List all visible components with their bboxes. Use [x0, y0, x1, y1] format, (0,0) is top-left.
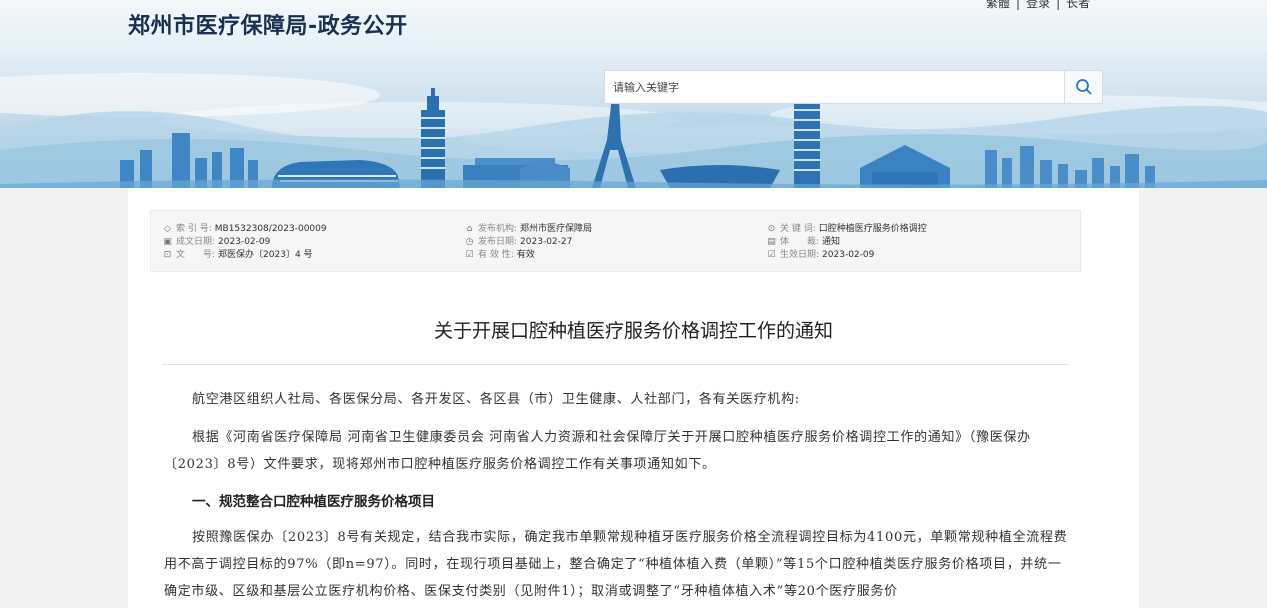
- search-input[interactable]: [605, 71, 1064, 103]
- article-paragraph: 根据《河南省医疗保障局 河南省卫生健康委员会 河南省人力资源和社会保障厅关于开展…: [164, 430, 1031, 472]
- meta-column-1: ◇ 索 引 号: MB1532308/2023-00009 ▣ 成文日期: 20…: [162, 223, 327, 262]
- clock-icon: ◷: [465, 237, 474, 247]
- calendar-icon: ▣: [163, 237, 172, 247]
- article-card: ◇ 索 引 号: MB1532308/2023-00009 ▣ 成文日期: 20…: [128, 188, 1139, 608]
- search-icon: [1075, 79, 1092, 95]
- login-link[interactable]: 登录: [1026, 0, 1050, 11]
- header-banner: 郑州市医疗保障局-政务公开 繁體 | 登录 | 长者: [0, 0, 1267, 188]
- document-meta-panel: ◇ 索 引 号: MB1532308/2023-00009 ▣ 成文日期: 20…: [150, 210, 1081, 272]
- site-title: 郑州市医疗保障局-政务公开: [128, 14, 408, 39]
- article-title: 关于开展口腔种植医疗服务价格调控工作的通知: [433, 320, 833, 342]
- meta-publisher: ⌂ 发布机构: 郑州市医疗保障局: [464, 223, 592, 236]
- title-divider: [162, 364, 1069, 365]
- genre-icon: ▤: [767, 237, 776, 247]
- meta-written-date: ▣ 成文日期: 2023-02-09: [163, 237, 271, 247]
- bank-icon: ⌂: [466, 224, 473, 234]
- check-icon: ☑: [465, 250, 474, 260]
- article-salutation: 航空港区组织人社局、各医保分局、各开发区、各区县（市）卫生健康、人社部门，各有关…: [192, 392, 800, 407]
- meta-keywords: ⊙ 关 键 词: 口腔种植医疗服务价格调控: [767, 224, 927, 234]
- meta-publish-date: ◷ 发布日期: 2023-02-27: [465, 237, 573, 247]
- elderly-mode-link[interactable]: 长者: [1066, 0, 1090, 11]
- article-paragraph: 按照豫医保办〔2023〕8号有关规定，结合我市实际，确定我市单颗常规种植牙医疗服…: [164, 530, 1068, 599]
- search-box: [604, 70, 1103, 104]
- meta-column-3: ⊙ 关 键 词: 口腔种植医疗服务价格调控 ▤ 体 裁: 通知 ☑ 生效日期: …: [766, 223, 927, 262]
- traditional-chinese-link[interactable]: 繁體: [986, 0, 1010, 11]
- meta-validity: ☑ 有 效 性: 有效: [465, 250, 535, 260]
- key-icon: ⊙: [767, 224, 776, 234]
- meta-index-number: ◇ 索 引 号: MB1532308/2023-00009: [162, 223, 327, 236]
- effect-icon: ☑: [767, 250, 776, 260]
- section-heading: 一、规范整合口腔种植医疗服务价格项目: [192, 494, 435, 510]
- meta-effective-date: ☑ 生效日期: 2023-02-09: [767, 250, 875, 260]
- link-separator: |: [1016, 0, 1021, 10]
- meta-genre: ▤ 体 裁: 通知: [767, 237, 841, 247]
- meta-column-2: ⌂ 发布机构: 郑州市医疗保障局 ◷ 发布日期: 2023-02-27 ☑ 有 …: [464, 223, 592, 262]
- link-separator: |: [1056, 0, 1061, 10]
- document-icon: ⊡: [163, 250, 172, 260]
- meta-document-number: ⊡ 文 号: 郑医保办〔2023〕4 号: [163, 250, 313, 260]
- search-button[interactable]: [1064, 71, 1102, 103]
- tag-icon: ◇: [164, 224, 171, 234]
- top-links: 繁體 | 登录 | 长者: [986, 0, 1090, 11]
